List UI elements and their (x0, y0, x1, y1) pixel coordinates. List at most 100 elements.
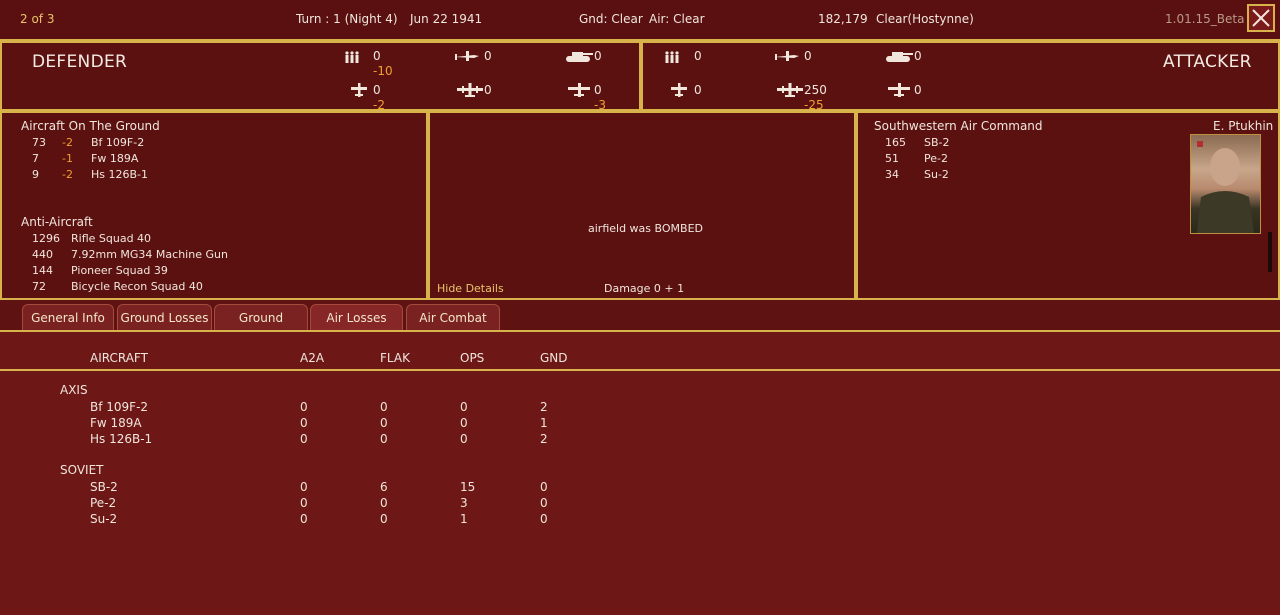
tab-ground-losses[interactable]: Ground Losses (117, 304, 212, 330)
defender-recon-count: 0 (373, 83, 381, 97)
attacker-recon-count: 0 (694, 83, 702, 97)
page-counter: 2 of 3 (20, 12, 55, 26)
bomber-icon (457, 83, 483, 97)
gnd-value: 2 (540, 432, 548, 446)
attacker-title: ATTACKER (1163, 52, 1252, 72)
aircraft-name: Hs 126B-1 (91, 168, 149, 181)
terrain-label: Clear(Hostynne) (876, 12, 974, 26)
damage-label: Damage 0 + 1 (604, 282, 685, 295)
aa-unit-name: Rifle Squad 40 (71, 232, 152, 245)
column-header-ops: OPS (460, 351, 485, 365)
hex-coords: 182,179 (818, 12, 868, 26)
defender-transport-count: 0 (594, 83, 602, 97)
attacker-transport-count: 0 (914, 83, 922, 97)
a2a-value: 0 (300, 400, 308, 414)
defender-infantry-count: 0 (373, 49, 381, 63)
ops-value: 15 (460, 480, 476, 494)
aircraft-name: Hs 126B-1 (90, 432, 153, 446)
gnd-value: 2 (540, 400, 548, 414)
aircraft-name: Bf 109F-2 (90, 400, 149, 414)
ops-value: 3 (460, 496, 468, 510)
flak-value: 0 (380, 496, 388, 510)
commander-portrait-image (1197, 141, 1254, 233)
group-header-axis: AXIS (60, 383, 88, 397)
defender-recon-loss: -2 (373, 98, 385, 112)
attacker-panel: ATTACKER 0 0 0 0 250 -25 0 (641, 41, 1280, 112)
aircraft-loss: -2 (62, 168, 73, 181)
defender-transport-loss: -3 (594, 98, 606, 112)
aircraft-name: SB-2 (924, 136, 950, 149)
aircraft-name: Fw 189A (91, 152, 139, 165)
aircraft-name: Bf 109F-2 (91, 136, 145, 149)
aircraft-count: 34 (885, 168, 899, 181)
aircraft-on-ground-title: Aircraft On The Ground (21, 119, 160, 133)
date-label: Jun 22 1941 (410, 12, 483, 26)
hide-details-link[interactable]: Hide Details (437, 282, 504, 295)
top-bar: 2 of 3 Turn : 1 (Night 4) Jun 22 1941 Gn… (0, 0, 1280, 41)
bomber-icon (777, 83, 803, 97)
aircraft-loss: -1 (62, 152, 73, 165)
flak-value: 0 (380, 416, 388, 430)
aircraft-count: 165 (885, 136, 906, 149)
tank-icon (886, 52, 913, 62)
a2a-value: 0 (300, 416, 308, 430)
fighter-icon (455, 51, 479, 61)
attacker-tank-count: 0 (914, 49, 922, 63)
attacker-fighter-count: 0 (804, 49, 812, 63)
tab-air-losses[interactable]: Air Losses (310, 304, 403, 330)
ops-value: 0 (460, 432, 468, 446)
scrollbar-thumb[interactable] (1268, 232, 1272, 272)
attacker-bomber-loss: -25 (804, 98, 824, 112)
air-command-title: Southwestern Air Command (874, 119, 1043, 133)
table-header-divider (0, 369, 1280, 371)
air-condition: Air: Clear (649, 12, 705, 26)
version-label: 1.01.15_Beta (1165, 12, 1245, 26)
flak-value: 0 (380, 400, 388, 414)
tab-ground-combat[interactable]: Ground Combat (214, 304, 308, 351)
recon-plane-icon (351, 83, 367, 97)
aircraft-count: 51 (885, 152, 899, 165)
commander-name: E. Ptukhin (1213, 119, 1274, 133)
ground-condition: Gnd: Clear (579, 12, 643, 26)
group-header-soviet: SOVIET (60, 463, 104, 477)
column-header-aircraft: AIRCRAFT (90, 351, 148, 365)
defender-fighter-count: 0 (484, 49, 492, 63)
close-icon (1252, 9, 1270, 27)
aircraft-count: 9 (32, 168, 39, 181)
infantry-icon (665, 51, 679, 63)
defender-title: DEFENDER (32, 52, 128, 72)
flak-value: 6 (380, 480, 388, 494)
tank-icon (566, 52, 593, 62)
aa-unit-name: Pioneer Squad 39 (71, 264, 168, 277)
aa-unit-name: Bicycle Recon Squad 40 (71, 280, 203, 293)
aa-count: 144 (32, 264, 53, 277)
combat-result-panel: airfield was BOMBED Hide Details Damage … (428, 111, 856, 300)
ops-value: 0 (460, 400, 468, 414)
aa-count: 1296 (32, 232, 60, 245)
air-losses-table (0, 330, 1280, 615)
transport-plane-icon (568, 83, 590, 97)
a2a-value: 0 (300, 480, 308, 494)
aircraft-count: 73 (32, 136, 46, 149)
aircraft-name: Pe-2 (90, 496, 117, 510)
tab-general-info[interactable]: General Info (22, 304, 114, 330)
defender-bomber-count: 0 (484, 83, 492, 97)
aircraft-name: Pe-2 (924, 152, 948, 165)
fighter-icon (775, 51, 799, 61)
defender-panel: DEFENDER 0 -10 0 0 0 -2 0 0 -3 (0, 41, 641, 112)
a2a-value: 0 (300, 512, 308, 526)
tab-air-combat[interactable]: Air Combat (406, 304, 500, 330)
aircraft-name: Su-2 (924, 168, 949, 181)
combat-message: airfield was BOMBED (588, 222, 703, 235)
gnd-value: 0 (540, 480, 548, 494)
aircraft-name: SB-2 (90, 480, 118, 494)
flak-value: 0 (380, 432, 388, 446)
close-button[interactable] (1247, 4, 1275, 32)
column-header-gnd: GND (540, 351, 568, 365)
commander-portrait[interactable] (1190, 134, 1261, 234)
gnd-value: 1 (540, 416, 548, 430)
aircraft-name: Su-2 (90, 512, 118, 526)
defender-infantry-loss: -10 (373, 64, 393, 78)
ops-value: 0 (460, 416, 468, 430)
aircraft-name: Fw 189A (90, 416, 142, 430)
